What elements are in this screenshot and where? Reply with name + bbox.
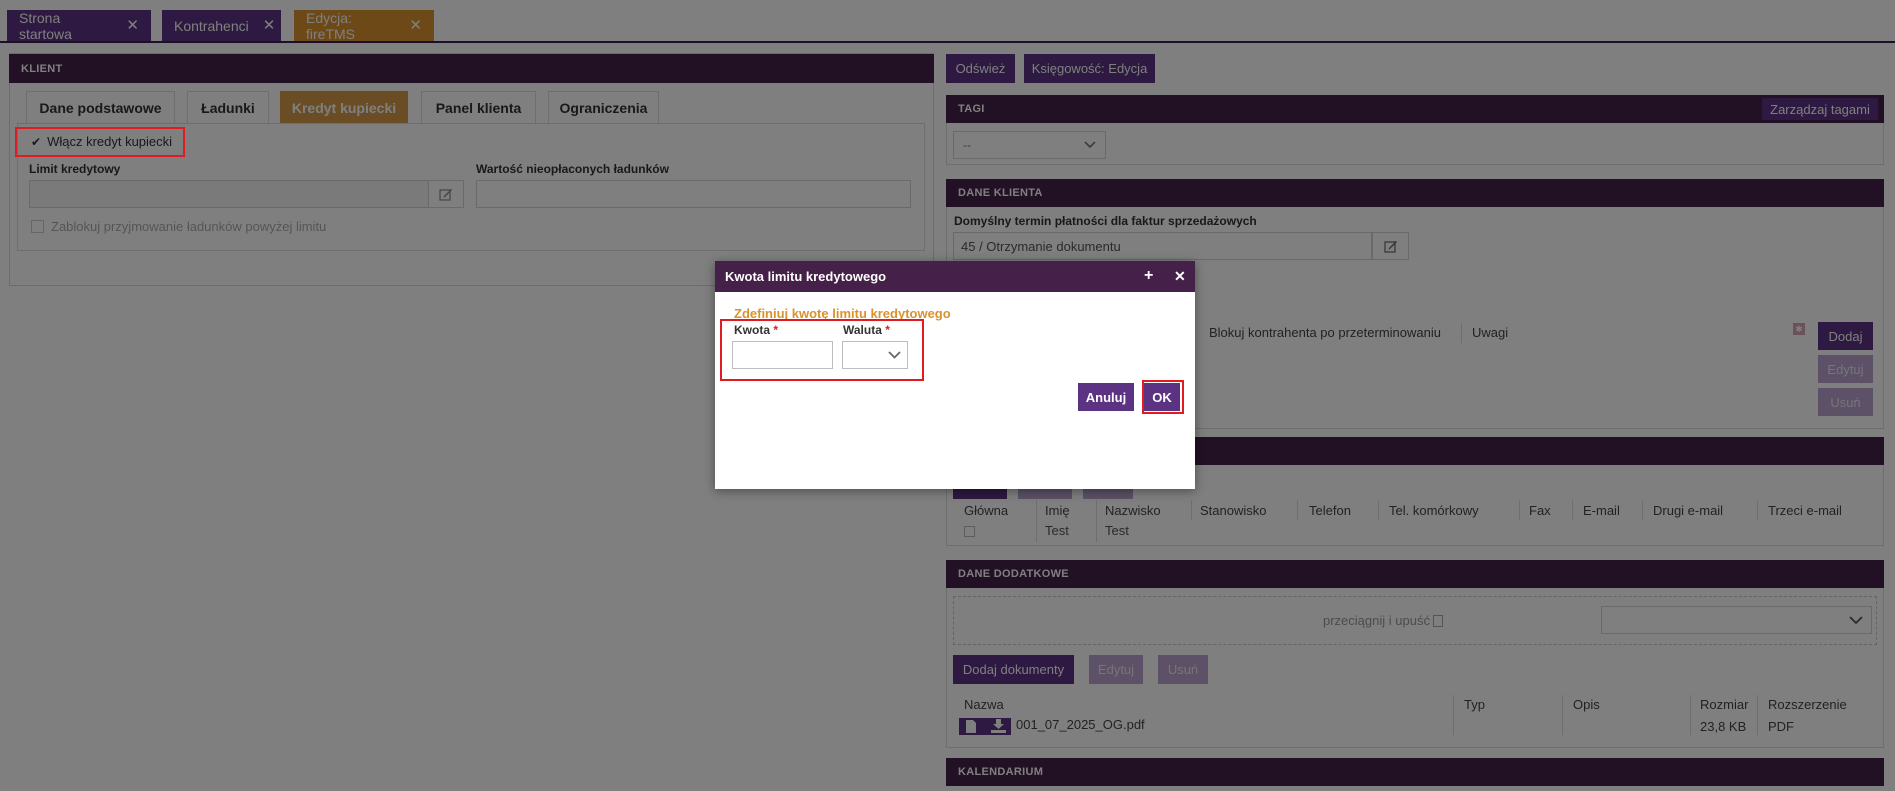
- plus-icon[interactable]: +: [1144, 268, 1153, 284]
- highlight-enable-credit: [15, 127, 185, 157]
- modal-title: Kwota limitu kredytowego: [725, 269, 887, 284]
- close-icon[interactable]: ✕: [1174, 269, 1186, 283]
- modal-title-bar: Kwota limitu kredytowego: [715, 261, 1195, 292]
- highlight-amount-currency: [720, 319, 924, 381]
- highlight-ok-button: [1142, 380, 1184, 414]
- cancel-button[interactable]: Anuluj: [1078, 383, 1134, 411]
